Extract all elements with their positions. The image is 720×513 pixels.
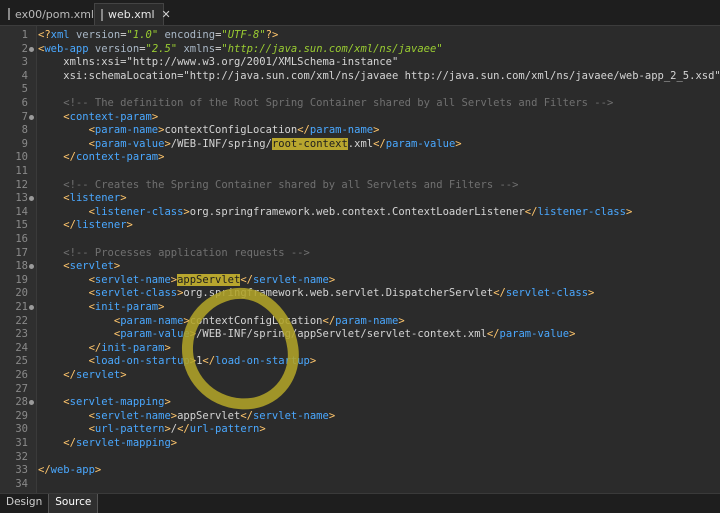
code-line[interactable]: <!-- Processes application requests -->: [38, 247, 310, 261]
line-number: 19: [15, 273, 28, 286]
code-line[interactable]: <url-pattern>/</url-pattern>: [38, 423, 266, 437]
close-icon[interactable]: ✕: [162, 8, 171, 21]
line-number: 21: [15, 301, 28, 313]
tab-pom-xml[interactable]: ex00/pom.xml: [2, 3, 94, 25]
line-number: 9: [21, 137, 28, 150]
line-number: 28: [15, 396, 28, 409]
line-number: 16: [15, 233, 28, 245]
code-line[interactable]: </web-app>: [38, 464, 101, 478]
line-number: 11: [15, 165, 28, 177]
line-number: 34: [15, 477, 28, 490]
line-number: 12: [15, 178, 28, 191]
code-line[interactable]: </init-param>: [38, 342, 171, 356]
tab-source[interactable]: Source: [48, 494, 99, 513]
line-number: 23: [15, 328, 28, 341]
line-number: 7: [21, 110, 28, 123]
line-number: 8: [21, 124, 28, 137]
line-number: 30: [15, 423, 28, 436]
line-number: 15: [15, 219, 28, 232]
code-line[interactable]: </context-param>: [38, 151, 164, 165]
line-number: 26: [15, 369, 28, 381]
line-number: 18: [15, 260, 28, 273]
line-number: 29: [15, 409, 28, 422]
line-number: 22: [15, 314, 28, 327]
code-line[interactable]: xmlns:xsi="http://www.w3.org/2001/XMLSch…: [38, 56, 398, 70]
line-number: 24: [15, 341, 28, 354]
line-number: 27: [15, 382, 28, 395]
code-line[interactable]: </servlet-mapping>: [38, 437, 177, 451]
fold-toggle-icon[interactable]: [29, 264, 34, 270]
line-number: 20: [15, 287, 28, 300]
xml-file-icon: [101, 8, 103, 21]
xml-file-icon: [8, 8, 10, 20]
tab-design[interactable]: Design: [0, 494, 48, 513]
tab-web-xml[interactable]: web.xml ✕: [94, 3, 171, 25]
code-line[interactable]: <servlet-class>org.springframework.web.s…: [38, 287, 595, 301]
fold-toggle-icon[interactable]: [29, 114, 34, 120]
code-line[interactable]: <servlet-mapping>: [38, 396, 170, 410]
code-line[interactable]: <init-param>: [38, 301, 165, 315]
code-line[interactable]: <servlet-name>appServlet</servlet-name>: [38, 273, 335, 288]
tab-label: ex00/pom.xml: [15, 7, 94, 21]
code-line[interactable]: <!-- Creates the Spring Container shared…: [38, 179, 518, 193]
code-line[interactable]: xsi:schemaLocation="http://java.sun.com/…: [38, 70, 720, 84]
fold-toggle-icon[interactable]: [29, 305, 34, 310]
line-number: 31: [15, 437, 28, 449]
line-number: 4: [21, 69, 28, 82]
code-line[interactable]: <listener>: [38, 192, 126, 206]
line-number-gutter: 1 2 3 4 5 6 7 8 9 10 11 12 13 14 15 16 17 18 19 20 21 22 23 24 2…: [0, 26, 37, 493]
code-line[interactable]: <param-value>/WEB-INF/spring/root-contex…: [38, 137, 462, 152]
editor-tab-bar: ex00/pom.xml web.xml ✕: [0, 0, 720, 26]
code-line[interactable]: <context-param>: [38, 111, 158, 125]
line-number: 3: [21, 56, 28, 69]
code-line[interactable]: <param-value>/WEB-INF/spring/appServlet/…: [38, 328, 576, 342]
code-line[interactable]: <listener-class>org.springframework.web.…: [38, 206, 633, 220]
line-number: 17: [15, 246, 28, 259]
line-number: 2: [21, 42, 28, 55]
line-number: 32: [15, 450, 28, 463]
code-line[interactable]: <!-- The definition of the Root Spring C…: [38, 97, 613, 111]
code-line[interactable]: <web-app version="2.5" xmlns="http://jav…: [38, 43, 443, 57]
fold-toggle-icon[interactable]: [29, 400, 34, 406]
code-line[interactable]: <servlet-name>appServlet</servlet-name>: [38, 410, 336, 424]
code-line[interactable]: </servlet>: [38, 369, 126, 383]
code-line[interactable]: <servlet>: [38, 260, 120, 274]
fold-toggle-icon[interactable]: [29, 196, 34, 202]
code-line[interactable]: </listener>: [38, 219, 133, 233]
annotation-circle: [174, 280, 306, 418]
line-number: 10: [15, 151, 28, 164]
line-number: 1: [21, 29, 28, 41]
code-line[interactable]: <?xml version="1.0" encoding="UTF-8"?>: [38, 29, 278, 43]
tab-label: web.xml: [108, 8, 155, 21]
line-number: 5: [21, 83, 28, 96]
code-line[interactable]: <param-name>contextConfigLocation</param…: [38, 124, 380, 138]
line-number: 33: [15, 464, 28, 477]
source-editor[interactable]: 1 2 3 4 5 6 7 8 9 10 11 12 13 14 15 16 17 18 19 20 21 22 23 24 2…: [0, 26, 720, 493]
fold-toggle-icon[interactable]: [29, 46, 34, 52]
editor-mode-tabs: Design Source: [0, 493, 720, 513]
line-number: 6: [21, 97, 28, 109]
line-number: 13: [15, 192, 28, 205]
line-number: 25: [15, 355, 28, 368]
line-number: 14: [15, 205, 28, 218]
